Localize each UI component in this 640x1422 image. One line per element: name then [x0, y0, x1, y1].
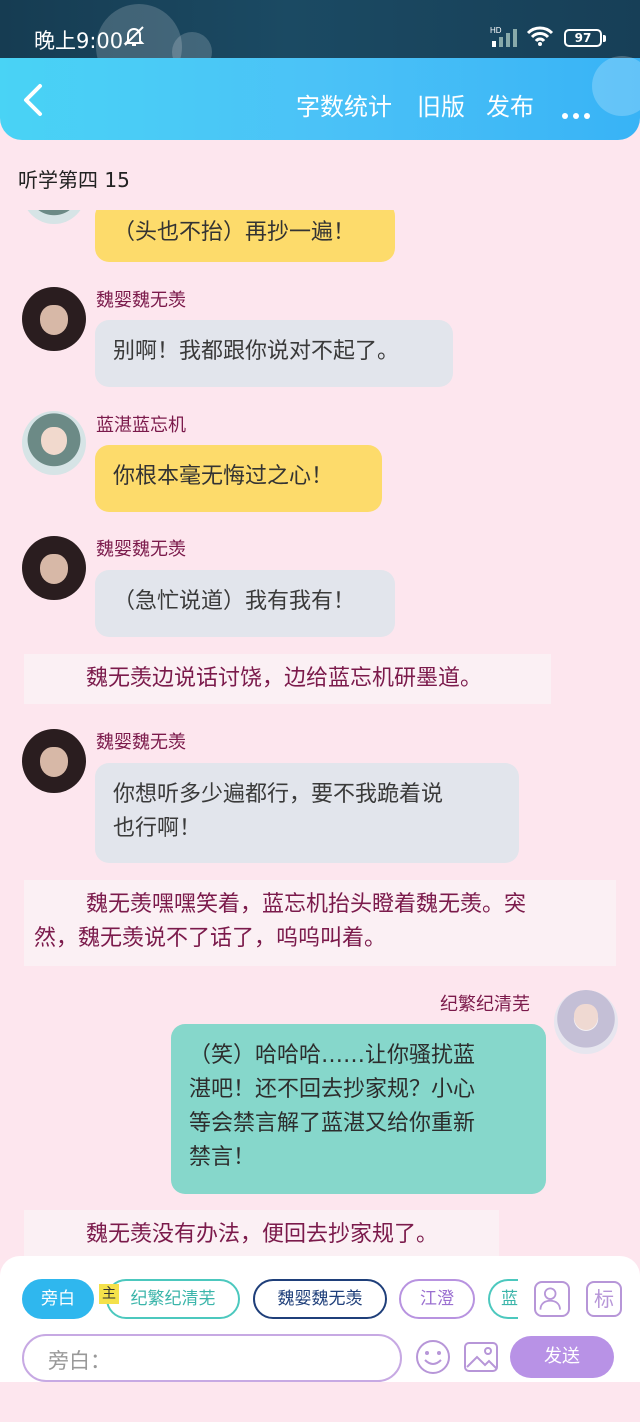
message-bubble[interactable]: （急忙说道）我有我有！	[95, 570, 395, 637]
bottom-strip	[0, 1382, 640, 1422]
status-bar: 晚上9:00 HD 97	[0, 0, 640, 90]
message-line: 你想听多少遍都行，要不我跪着说	[113, 782, 444, 807]
role-chip-jiang[interactable]: 江澄	[399, 1279, 475, 1319]
signal-icon: HD	[490, 26, 517, 47]
status-time: 晚上9:00	[34, 29, 124, 53]
avatar[interactable]	[22, 536, 86, 600]
speaker-name: 魏婴魏无羡	[96, 290, 186, 311]
speaker-name: 纪繁纪清芜	[440, 994, 530, 1015]
message-line: 禁言！	[189, 1145, 256, 1170]
image-icon[interactable]	[462, 1338, 500, 1376]
mute-bell-icon	[123, 26, 145, 46]
more-options-icon[interactable]	[562, 104, 595, 123]
narration-block[interactable]: 魏无羡边说话讨饶，边给蓝忘机研墨道。	[24, 654, 551, 704]
message-bubble[interactable]: （头也不抬）再抄一遍！	[95, 210, 395, 262]
person-icon	[539, 1287, 561, 1310]
avatar[interactable]	[22, 411, 86, 475]
message-line: （笑）哈哈哈……让你骚扰蓝	[189, 1043, 476, 1068]
wifi-icon	[526, 26, 554, 46]
speaker-name: 蓝湛蓝忘机	[96, 415, 186, 436]
old-version-button[interactable]: 旧版	[417, 91, 465, 123]
avatar[interactable]	[554, 990, 618, 1054]
chat-area[interactable]: （头也不抬）再抄一遍！ 魏婴魏无羡 别啊！我都跟你说对不起了。 蓝湛蓝忘机 你根…	[0, 210, 640, 1256]
narration-block[interactable]: 魏无羡没有办法，便回去抄家规了。	[24, 1210, 499, 1256]
editor-header: 字数统计 旧版 发布	[0, 56, 640, 140]
add-role-button[interactable]	[534, 1281, 570, 1317]
narration-line: 魏无羡嘿嘿笑着，蓝忘机抬头瞪着魏无羡。突	[86, 892, 527, 917]
main-role-badge: 主	[99, 1284, 119, 1304]
role-chip-narrator[interactable]: 旁白	[22, 1279, 94, 1319]
role-chip-label: 蓝	[501, 1289, 518, 1309]
chapter-title: 听学第四 15	[18, 168, 130, 192]
network-label: HD	[490, 26, 502, 35]
battery-icon: 97	[564, 29, 606, 47]
speaker-name: 魏婴魏无羡	[96, 732, 186, 753]
word-count-button[interactable]: 字数统计	[296, 91, 392, 123]
message-bubble[interactable]: （笑）哈哈哈……让你骚扰蓝 湛吧！还不回去抄家规？小心 等会禁言解了蓝湛又给你重…	[171, 1024, 546, 1194]
avatar[interactable]	[22, 210, 86, 224]
message-line: 也行啊！	[113, 816, 202, 841]
emoji-icon[interactable]	[414, 1338, 452, 1376]
back-arrow-icon[interactable]	[20, 82, 50, 118]
decor-bubble	[592, 56, 640, 116]
message-bubble[interactable]: 你想听多少遍都行，要不我跪着说 也行啊！	[95, 763, 519, 863]
message-line: 湛吧！还不回去抄家规？小心	[189, 1077, 476, 1102]
send-button[interactable]: 发送	[510, 1336, 614, 1378]
avatar[interactable]	[22, 287, 86, 351]
narration-block[interactable]: 魏无羡嘿嘿笑着，蓝忘机抬头瞪着魏无羡。突 然，魏无羡说不了话了，呜呜叫着。	[24, 880, 616, 966]
message-input[interactable]: 旁白：	[22, 1334, 402, 1382]
role-chip-wei[interactable]: 魏婴魏无羡	[253, 1279, 387, 1319]
message-bubble[interactable]: 别啊！我都跟你说对不起了。	[95, 320, 453, 387]
publish-button[interactable]: 发布	[486, 91, 534, 123]
narration-line: 然，魏无羡说不了话了，呜呜叫着。	[34, 926, 387, 951]
role-chip-ji[interactable]: 纪繁纪清芜	[106, 1279, 240, 1319]
message-line: 等会禁言解了蓝湛又给你重新	[189, 1111, 476, 1136]
avatar[interactable]	[22, 729, 86, 793]
speaker-name: 魏婴魏无羡	[96, 539, 186, 560]
tag-button[interactable]: 标	[586, 1281, 622, 1317]
message-bubble[interactable]: 你根本毫无悔过之心！	[95, 445, 382, 512]
